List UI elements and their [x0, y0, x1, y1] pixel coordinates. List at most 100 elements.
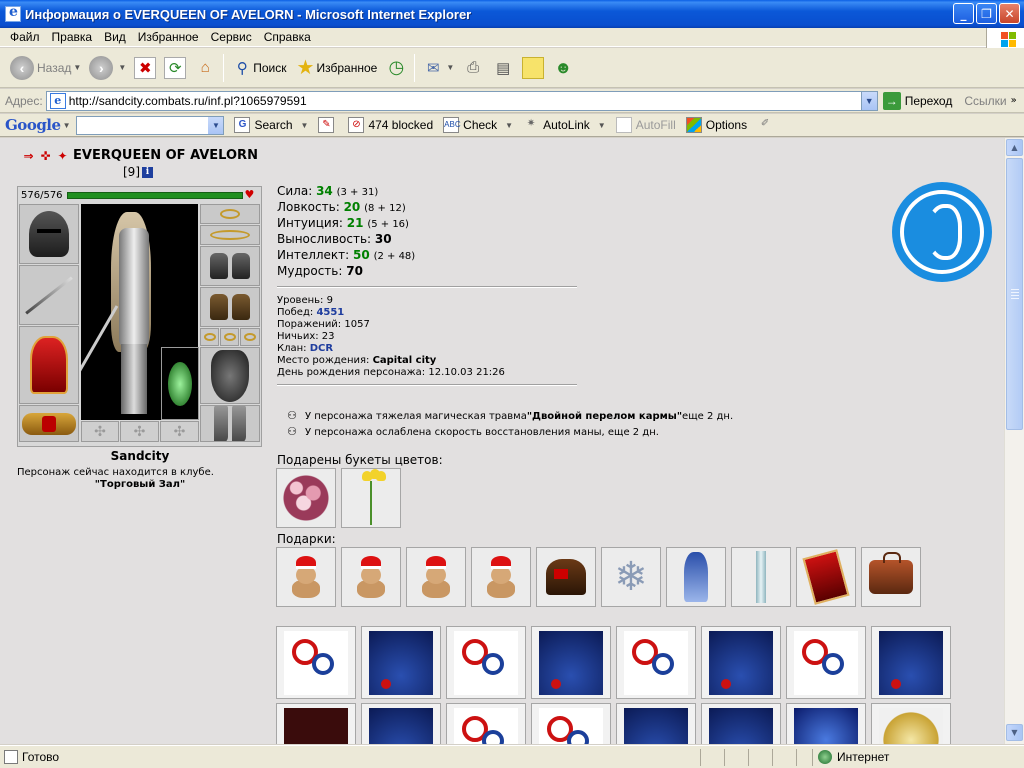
amulet-slot[interactable] [161, 347, 199, 420]
gift-card[interactable] [531, 703, 611, 744]
options-button[interactable]: Options [685, 117, 747, 133]
gift-card[interactable] [616, 703, 696, 744]
popup-blocker-button[interactable]: ⊘ 474 blocked [348, 117, 433, 133]
gift-item[interactable] [666, 547, 726, 607]
address-label: Адрес: [5, 93, 43, 108]
info-label: Уровень: [277, 295, 324, 306]
menu-edit[interactable]: Правка [46, 30, 99, 44]
gift-card[interactable] [871, 703, 951, 744]
links-button[interactable]: Ссылки [964, 94, 1006, 108]
spellcheck-button[interactable]: ABC Check ▼ [443, 117, 513, 133]
close-button[interactable]: ✕ [999, 3, 1020, 24]
boots-slot[interactable] [200, 405, 260, 442]
hp-value: 576/576 [21, 189, 63, 201]
ring-slot-3[interactable] [240, 328, 260, 346]
menu-tools[interactable]: Сервис [205, 30, 258, 44]
scroll-thumb[interactable] [1006, 158, 1023, 430]
menu-view[interactable]: Вид [98, 30, 132, 44]
menu-favorites[interactable]: Избранное [132, 30, 205, 44]
flower-bouquet[interactable] [276, 468, 336, 528]
home-button[interactable]: ⌂ [190, 51, 220, 85]
discuss-button[interactable] [518, 51, 548, 85]
google-logo[interactable]: Google [5, 116, 61, 134]
weapon-slot[interactable] [19, 265, 79, 325]
info-icon[interactable]: i [142, 166, 153, 178]
helmet-slot[interactable] [19, 204, 79, 264]
minimize-button[interactable]: _ [953, 3, 974, 24]
bracers-slot[interactable] [200, 246, 260, 286]
gift-item[interactable]: ❄ [601, 547, 661, 607]
gift-card[interactable] [446, 626, 526, 699]
go-button[interactable]: → Переход [882, 91, 952, 110]
ring-slot-1[interactable] [200, 328, 219, 346]
back-button[interactable]: ‹ Назад ▼ [6, 51, 85, 85]
gift-card[interactable] [871, 626, 951, 699]
necklace-slot[interactable] [200, 225, 260, 245]
favorites-button[interactable]: ★ Избранное [291, 51, 382, 85]
ring-slot-2[interactable] [220, 328, 239, 346]
gift-item[interactable] [536, 547, 596, 607]
gift-card[interactable] [701, 703, 781, 744]
gift-card[interactable] [531, 626, 611, 699]
mail-button[interactable]: ✉ ▼ [418, 51, 458, 85]
mail-icon: ✉ [427, 59, 440, 77]
history-button[interactable]: ◷ [381, 51, 411, 85]
gift-item[interactable] [341, 547, 401, 607]
shield-slot[interactable] [200, 347, 260, 404]
page-icon: e [49, 92, 66, 109]
autolink-button[interactable]: ✷ AutoLink ▼ [523, 117, 606, 133]
clan-link[interactable]: DCR [310, 343, 333, 354]
pocket-slot-1[interactable]: ✣ [81, 421, 119, 442]
tulips-icon [356, 469, 386, 525]
menu-file[interactable]: Файл [4, 30, 46, 44]
gift-card[interactable] [276, 626, 356, 699]
refresh-button[interactable]: ⟳ [160, 51, 190, 85]
gift-card[interactable] [786, 626, 866, 699]
gift-card[interactable] [446, 703, 526, 744]
status-divider [796, 749, 797, 766]
gift-card[interactable] [276, 703, 356, 744]
address-input[interactable]: e http://sandcity.combats.ru/inf.pl?1065… [45, 90, 878, 111]
chevron-right-icon[interactable]: » [1011, 95, 1017, 106]
address-dropdown-icon[interactable]: ▼ [860, 91, 877, 110]
stat-extra: (2 + 48) [373, 251, 416, 262]
autofill-label: AutoFill [635, 118, 676, 132]
vertical-scrollbar[interactable]: ▲ ▼ [1004, 138, 1024, 744]
google-search-button[interactable]: G Search ▼ [234, 117, 308, 133]
scroll-down-icon[interactable]: ▼ [1006, 724, 1023, 741]
belt-slot[interactable] [19, 405, 79, 442]
forward-button[interactable]: › ▼ [85, 51, 130, 85]
gift-item[interactable] [731, 547, 791, 607]
search-button[interactable]: ⚲ Поиск [227, 51, 290, 85]
highlight-button[interactable]: ✐ [757, 117, 777, 133]
earring-slot[interactable] [200, 204, 260, 224]
pocket-slot-2[interactable]: ✣ [120, 421, 159, 442]
menu-help[interactable]: Справка [258, 30, 317, 44]
pocket-slot-3[interactable]: ✣ [160, 421, 199, 442]
scroll-up-icon[interactable]: ▲ [1006, 139, 1023, 156]
effects-list: ⚇ У персонажа тяжелая магическая травма … [284, 408, 733, 440]
dropdown-arrow-icon[interactable]: ▼ [63, 121, 71, 130]
gift-card[interactable] [701, 626, 781, 699]
print-button[interactable]: ⎙ [458, 51, 488, 85]
google-search-input[interactable]: ▼ [76, 115, 225, 135]
flower-bouquet[interactable] [341, 468, 401, 528]
edit-button[interactable]: ▤ [488, 51, 518, 85]
stop-button[interactable]: ✖ [130, 51, 160, 85]
gift-item[interactable] [276, 547, 336, 607]
gift-item[interactable] [471, 547, 531, 607]
gift-card[interactable] [361, 703, 441, 744]
gift-card[interactable] [786, 703, 866, 744]
gift-item[interactable] [796, 547, 856, 607]
autofill-button[interactable]: AutoFill [615, 117, 676, 133]
gloves-slot[interactable] [200, 287, 260, 327]
gift-card[interactable] [361, 626, 441, 699]
messenger-button[interactable]: ☻ [548, 51, 578, 85]
gift-item[interactable] [861, 547, 921, 607]
pagerank-button[interactable]: ✎ [318, 117, 338, 133]
armor-slot[interactable] [19, 326, 79, 404]
restore-button[interactable]: ❐ [976, 3, 997, 24]
gift-card[interactable] [616, 626, 696, 699]
gift-item[interactable] [406, 547, 466, 607]
search-dropdown-icon[interactable]: ▼ [208, 116, 224, 134]
